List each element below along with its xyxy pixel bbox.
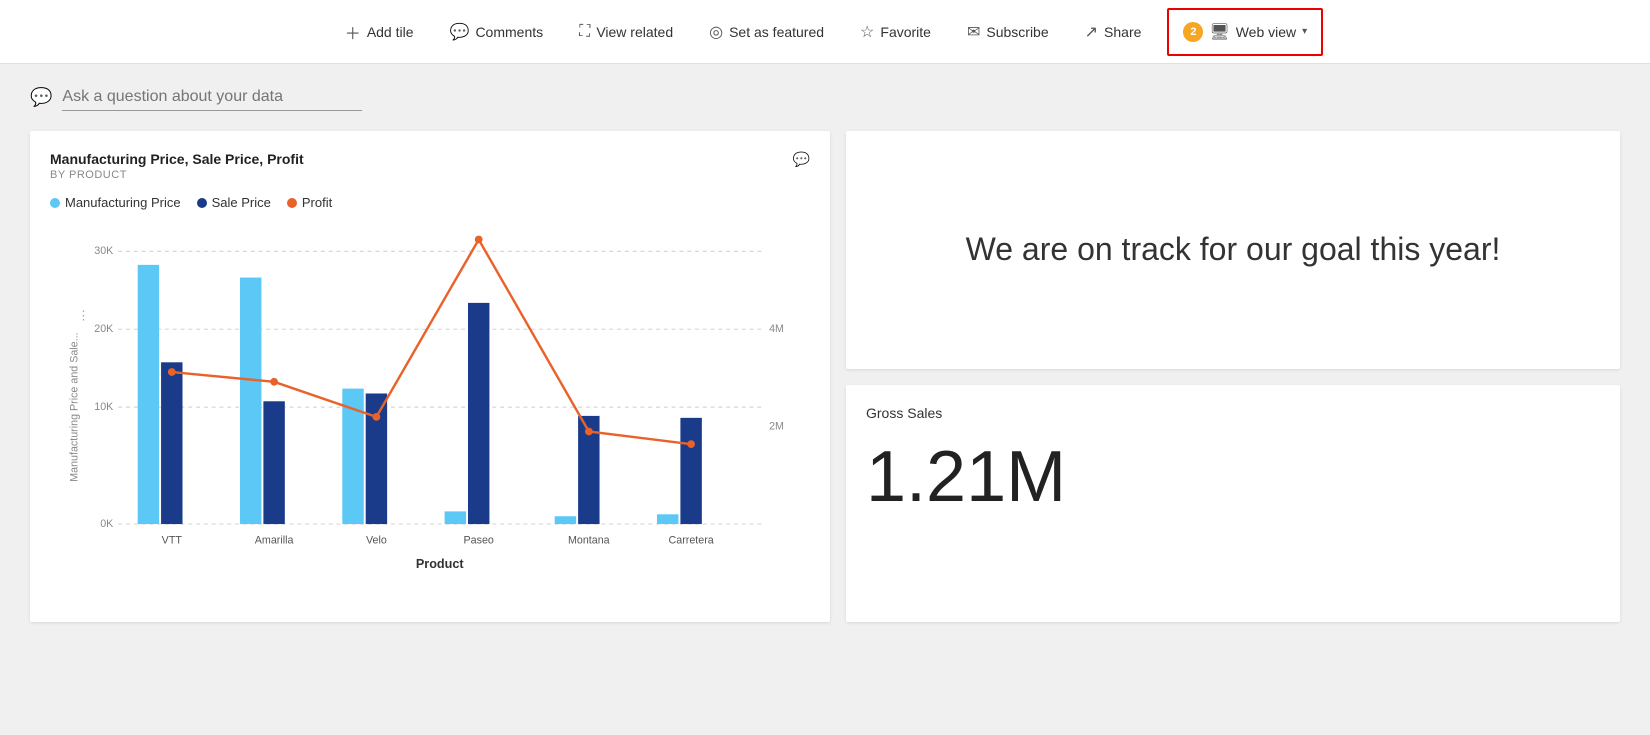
featured-icon: ◎ <box>709 22 723 42</box>
share-icon: ↗ <box>1085 22 1098 42</box>
svg-text:Velo: Velo <box>366 535 387 547</box>
chart-title: Manufacturing Price, Sale Price, Profit <box>50 151 810 167</box>
chart-comment-icon[interactable]: 💬 <box>793 151 810 168</box>
web-view-icon: 🖥 <box>1209 22 1229 42</box>
plus-icon: ＋ <box>345 20 361 44</box>
svg-text:Carretera: Carretera <box>669 535 714 547</box>
svg-text:VTT: VTT <box>162 535 183 547</box>
goal-text: We are on track for our goal this year! <box>966 229 1501 271</box>
svg-text:⋮: ⋮ <box>77 308 90 322</box>
legend-sale-price: Sale Price <box>197 195 271 210</box>
bar-amarilla-mfg <box>240 278 261 525</box>
legend-label-sale: Sale Price <box>212 195 271 210</box>
profit-dot-carretera <box>687 440 695 448</box>
bar-amarilla-sale <box>263 401 284 524</box>
favorite-button[interactable]: ☆ Favorite <box>842 0 949 63</box>
bar-carretera-sale <box>680 418 701 524</box>
web-view-badge: 2 <box>1183 22 1203 42</box>
svg-text:4M: 4M <box>769 323 784 335</box>
star-icon: ☆ <box>860 22 874 42</box>
set-as-featured-label: Set as featured <box>729 24 824 40</box>
svg-text:Manufacturing Price and Sale..: Manufacturing Price and Sale... <box>68 332 80 481</box>
legend-label-mfg: Manufacturing Price <box>65 195 181 210</box>
svg-text:10K: 10K <box>94 401 114 413</box>
main-content: 💬 💬 Manufacturing Price, Sale Price, Pro… <box>0 64 1650 735</box>
gross-sales-card: Gross Sales 1.21M <box>846 385 1620 623</box>
profit-dot-velo <box>373 413 381 421</box>
bar-vtt-sale <box>161 362 182 524</box>
legend-dot-mfg <box>50 198 60 208</box>
chart-subtitle: BY PRODUCT <box>50 169 810 181</box>
qa-icon: 💬 <box>30 87 52 108</box>
chart-card: 💬 Manufacturing Price, Sale Price, Profi… <box>30 131 830 622</box>
add-tile-button[interactable]: ＋ Add tile <box>327 0 432 63</box>
qa-input[interactable] <box>62 84 362 111</box>
subscribe-icon: ✉ <box>967 22 980 42</box>
bar-vtt-mfg <box>138 265 159 524</box>
legend-dot-profit <box>287 198 297 208</box>
gross-sales-value: 1.21M <box>866 441 1600 513</box>
svg-text:30K: 30K <box>94 245 114 257</box>
chart-legend: Manufacturing Price Sale Price Profit <box>50 195 810 210</box>
web-view-label: Web view <box>1236 24 1296 40</box>
profit-dot-vtt <box>168 368 176 376</box>
chart-svg: Manufacturing Price and Sale... 30K 20K … <box>50 222 810 602</box>
comments-button[interactable]: 💬 Comments <box>432 0 562 63</box>
bar-paseo-sale <box>468 303 489 524</box>
share-button[interactable]: ↗ Share <box>1067 0 1160 63</box>
svg-text:2M: 2M <box>769 421 784 433</box>
dashboard: 💬 Manufacturing Price, Sale Price, Profi… <box>30 131 1620 622</box>
svg-text:Paseo: Paseo <box>464 535 494 547</box>
legend-profit: Profit <box>287 195 332 210</box>
comments-icon: 💬 <box>450 22 470 42</box>
gross-sales-label: Gross Sales <box>866 405 1600 421</box>
toolbar: ＋ Add tile 💬 Comments ⛶ View related ◎ S… <box>0 0 1650 64</box>
legend-mfg-price: Manufacturing Price <box>50 195 181 210</box>
goal-card: We are on track for our goal this year! <box>846 131 1620 369</box>
view-related-icon: ⛶ <box>579 23 590 41</box>
svg-text:Amarilla: Amarilla <box>255 535 294 547</box>
svg-text:Montana: Montana <box>568 535 610 547</box>
bar-montana-mfg <box>555 516 576 524</box>
subscribe-button[interactable]: ✉ Subscribe <box>949 0 1067 63</box>
chart-area: Manufacturing Price and Sale... 30K 20K … <box>50 222 810 602</box>
favorite-label: Favorite <box>880 24 931 40</box>
profit-dot-paseo <box>475 236 483 244</box>
legend-label-profit: Profit <box>302 195 332 210</box>
add-tile-label: Add tile <box>367 24 414 40</box>
set-as-featured-button[interactable]: ◎ Set as featured <box>691 0 842 63</box>
view-related-button[interactable]: ⛶ View related <box>561 0 691 63</box>
bar-paseo-mfg <box>445 511 466 524</box>
share-label: Share <box>1104 24 1141 40</box>
svg-text:Product: Product <box>416 557 465 571</box>
comments-label: Comments <box>475 24 543 40</box>
subscribe-label: Subscribe <box>986 24 1048 40</box>
svg-text:0K: 0K <box>100 518 114 530</box>
profit-dot-montana <box>585 428 593 436</box>
view-related-label: View related <box>596 24 673 40</box>
qa-bar: 💬 <box>30 84 1620 111</box>
bar-carretera-mfg <box>657 514 678 524</box>
chevron-down-icon: ▾ <box>1302 26 1307 37</box>
legend-dot-sale <box>197 198 207 208</box>
svg-text:20K: 20K <box>94 323 114 335</box>
profit-dot-amarilla <box>270 378 278 386</box>
web-view-button[interactable]: 2 🖥 Web view ▾ <box>1167 8 1323 56</box>
